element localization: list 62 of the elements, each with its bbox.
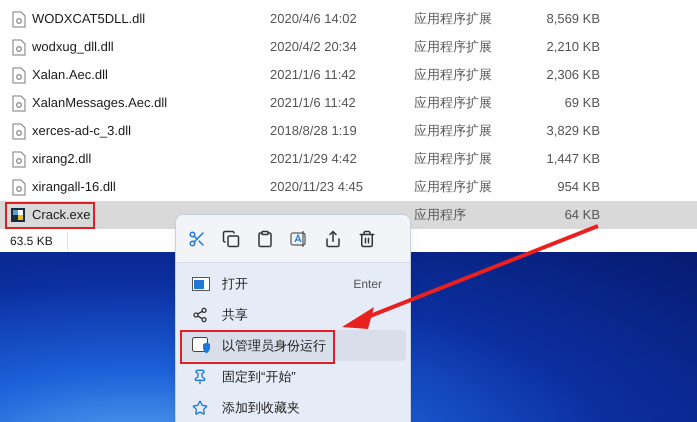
menu-item[interactable]: 打开 Enter <box>180 268 406 299</box>
share-icon <box>192 306 208 322</box>
file-name: xirangall-16.dll <box>32 179 116 194</box>
menu-item[interactable]: 固定到“开始” <box>180 361 406 392</box>
shield-window-icon <box>192 337 210 354</box>
file-name: XalanMessages.Aec.dll <box>32 95 168 110</box>
document-gear-icon <box>12 150 26 168</box>
document-gear-icon <box>12 66 26 84</box>
document-gear-icon <box>12 38 26 56</box>
document-gear-icon <box>12 10 26 28</box>
menu-item[interactable]: 共享 <box>180 299 406 330</box>
menu-item-label: 打开 <box>222 274 249 293</box>
pin-icon <box>192 368 208 384</box>
cut-icon[interactable] <box>188 230 206 248</box>
rename-icon[interactable] <box>290 230 308 248</box>
file-type: 应用程序扩展 <box>414 150 493 168</box>
file-date: 2021/1/6 11:42 <box>270 94 357 112</box>
file-size: 1,447 KB <box>546 150 600 168</box>
menu-item-label: 以管理员身份运行 <box>222 336 327 355</box>
file-type: 应用程序扩展 <box>414 10 493 28</box>
menu-item-label: 共享 <box>222 306 249 324</box>
file-size: 2,306 KB <box>546 66 600 84</box>
file-size: 954 KB <box>556 178 600 196</box>
file-type: 应用程序扩展 <box>414 178 493 196</box>
document-gear-icon <box>12 94 26 112</box>
file-date: 2021/1/6 11:42 <box>270 66 357 84</box>
file-date: 2018/8/28 1:19 <box>270 122 358 140</box>
file-name: wodxug_dll.dll <box>32 39 114 54</box>
shortcut-label: Enter <box>353 276 382 292</box>
file-date: 2021/1/29 4:42 <box>270 150 358 168</box>
application-icon <box>10 207 26 223</box>
share-icon[interactable] <box>324 230 342 248</box>
file-size: 8,569 KB <box>546 10 600 28</box>
menu-item[interactable]: 以管理员身份运行 <box>180 330 406 361</box>
document-gear-icon <box>12 122 26 140</box>
file-name: WODXCAT5DLL.dll <box>32 11 146 26</box>
file-name: Xalan.Aec.dll <box>32 67 108 82</box>
file-size: 2,210 KB <box>546 38 600 56</box>
copy-icon[interactable] <box>222 230 240 248</box>
file-name: Crack.exe <box>32 207 91 222</box>
file-date: 2020/4/2 20:34 <box>270 38 358 56</box>
menu-item-label: 添加到收藏夹 <box>222 398 301 417</box>
document-gear-icon <box>12 178 26 196</box>
menu-item-label: 固定到“开始” <box>222 368 297 386</box>
file-name: xirang2.dll <box>32 151 92 166</box>
file-type: 应用程序扩展 <box>414 66 493 84</box>
file-type: 应用程序扩展 <box>414 122 493 140</box>
file-type: 应用程序扩展 <box>414 94 493 112</box>
paste-icon[interactable] <box>256 230 274 248</box>
file-name: xerces-ad-c_3.dll <box>32 123 131 138</box>
star-icon <box>192 400 208 416</box>
file-type: 应用程序 <box>414 206 467 224</box>
menu-item[interactable]: 添加到收藏夹 <box>180 392 406 422</box>
file-size: 69 KB <box>564 94 600 112</box>
window-icon <box>192 276 210 290</box>
selection-size: 63.5 KB <box>10 232 68 250</box>
file-size: 64 KB <box>564 206 600 224</box>
file-type: 应用程序扩展 <box>414 38 493 56</box>
delete-icon[interactable] <box>358 230 376 248</box>
file-date: 2020/4/6 14:02 <box>270 10 358 28</box>
file-size: 3,829 KB <box>546 122 600 140</box>
file-date: 2020/11/23 4:45 <box>270 178 364 196</box>
